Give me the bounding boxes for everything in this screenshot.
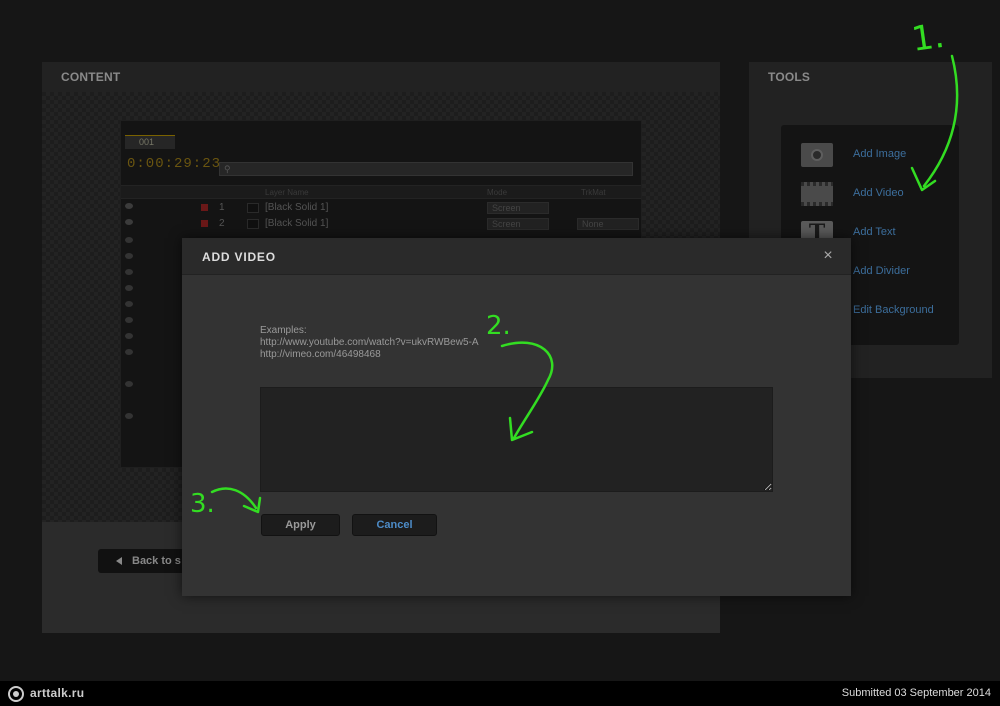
content-panel-title: CONTENT <box>61 70 121 84</box>
add-video-dialog: ADD VIDEO × Examples: http://www.youtube… <box>182 238 851 596</box>
back-button-label: Back to s <box>132 555 181 567</box>
close-icon[interactable]: × <box>818 246 838 266</box>
layer-trkmat: None <box>577 218 639 230</box>
footer-bar: arttalk.ru Submitted 03 September 2014 <box>0 681 1000 706</box>
comp-tab: 001 <box>125 135 175 149</box>
ae-search-field: ⚲ <box>219 162 633 176</box>
layer-row: 1 [Black Solid 1] Screen <box>121 201 641 215</box>
layer-swatch <box>247 203 259 213</box>
video-url-input[interactable] <box>260 387 773 492</box>
tool-label: Add Video <box>853 187 904 199</box>
tools-panel-title: TOOLS <box>768 70 811 84</box>
eye-icon <box>125 203 133 209</box>
eye-icon <box>125 237 133 243</box>
annotation-step-1: 1. <box>909 16 947 60</box>
tool-add-video[interactable]: Add Video <box>781 179 959 209</box>
eye-icon <box>125 219 133 225</box>
tool-label: Edit Background <box>853 304 934 316</box>
dialog-header: ADD VIDEO × <box>182 238 851 275</box>
tool-add-image[interactable]: Add Image <box>781 140 959 170</box>
timecode: 0:00:29:23 <box>127 156 222 172</box>
tool-label: Add Image <box>853 148 907 160</box>
col-trkmat: TrkMat <box>581 188 606 197</box>
examples-text: Examples: http://www.youtube.com/watch?v… <box>260 325 479 361</box>
eye-icon <box>125 301 133 307</box>
apply-button[interactable]: Apply <box>261 514 340 536</box>
eye-icon <box>125 333 133 339</box>
example-vimeo: http://vimeo.com/46498468 <box>260 349 381 360</box>
layer-row: 2 [Black Solid 1] Screen None <box>121 217 641 231</box>
label-color <box>201 204 208 211</box>
example-youtube: http://www.youtube.com/watch?v=ukvRWBew5… <box>260 337 479 348</box>
logo-text: arttalk.ru <box>30 686 85 700</box>
label-color <box>201 220 208 227</box>
film-icon <box>801 182 833 206</box>
col-layer-name: Layer Name <box>265 188 309 197</box>
layer-number: 1 <box>219 202 225 213</box>
layer-header: Layer Name Mode TrkMat <box>121 185 641 199</box>
eye-icon <box>125 269 133 275</box>
layer-mode: Screen <box>487 202 549 214</box>
layer-name: [Black Solid 1] <box>265 202 329 213</box>
tool-label: Add Divider <box>853 265 910 277</box>
layer-number: 2 <box>219 218 225 229</box>
layer-name: [Black Solid 1] <box>265 218 329 229</box>
examples-label: Examples: <box>260 325 307 336</box>
eye-icon <box>125 253 133 259</box>
col-mode: Mode <box>487 188 508 197</box>
logo-ring-icon <box>8 686 24 702</box>
cancel-button[interactable]: Cancel <box>352 514 437 536</box>
submitted-date: Submitted 03 September 2014 <box>841 687 991 699</box>
tool-label: Add Text <box>853 226 896 238</box>
eye-icon <box>125 413 133 419</box>
layer-mode: Screen <box>487 218 549 230</box>
eye-icon <box>125 381 133 387</box>
site-logo: arttalk.ru <box>8 685 118 703</box>
layer-swatch <box>247 219 259 229</box>
eye-icon <box>125 285 133 291</box>
camera-icon <box>801 143 833 167</box>
dialog-title: ADD VIDEO <box>202 250 276 264</box>
eye-icon <box>125 317 133 323</box>
eye-icon <box>125 349 133 355</box>
arrow-left-icon <box>116 557 122 565</box>
